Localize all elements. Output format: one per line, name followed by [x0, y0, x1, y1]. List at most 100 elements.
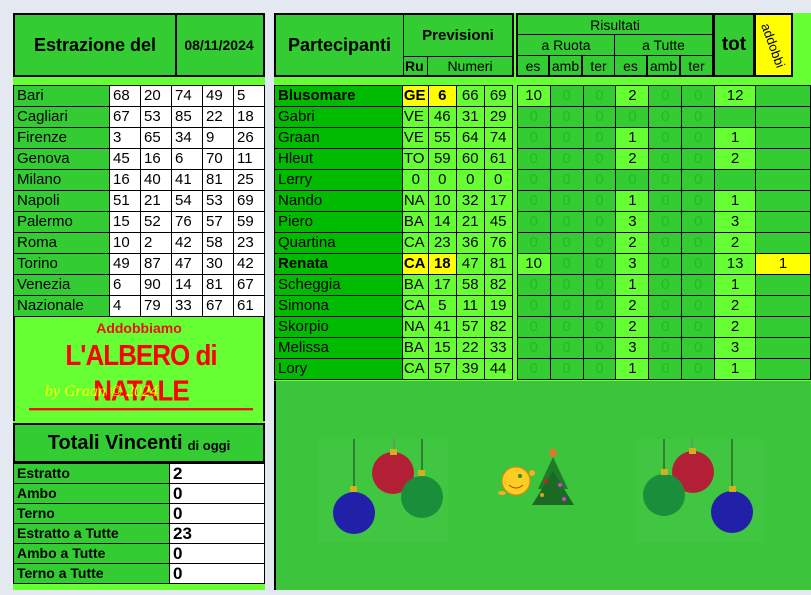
totali-table: Estratto 2 Ambo 0 Terno 0 Estratto a Tutte 23 Am… [13, 463, 265, 584]
estratto-number: 47 [171, 253, 203, 275]
partecipanti-table: Blusomare GE 6 66 69 10 0 0 2 0 0 12 Gabri VE 46 31 29 0 0… [274, 85, 811, 380]
estratto-number: 11 [233, 148, 265, 170]
totali-value: 0 [169, 483, 265, 504]
result-ruota-ter: 0 [582, 316, 617, 338]
estratto-number: 6 [171, 148, 203, 170]
totali-row: Ambo 0 [13, 483, 265, 504]
result-ruota-ter: 0 [582, 85, 617, 107]
banner-subtitle: Addobbiamo [96, 320, 182, 336]
prediction-number: 64 [455, 127, 485, 149]
partecipanti-header: Partecipanti [274, 13, 404, 77]
estratto-number: 14 [171, 274, 203, 296]
participant-row: Renata CA 18 47 81 10 0 0 3 0 0 13 1 [274, 253, 811, 275]
prediction-number: 5 [427, 295, 457, 317]
result-tutte-amb: 0 [648, 337, 683, 359]
participant-addobbi [755, 316, 811, 338]
ruota-name: Firenze [13, 127, 110, 149]
ruota-name: Torino [13, 253, 110, 275]
participant-ruota: NA [401, 190, 429, 212]
participant-addobbi [755, 211, 811, 233]
result-tutte-ter: 0 [681, 190, 716, 212]
estratto-number: 16 [109, 169, 141, 191]
result-ruota-ter: 0 [582, 127, 617, 149]
prediction-number: 61 [483, 148, 513, 170]
participant-addobbi [755, 106, 811, 128]
participant-addobbi [755, 148, 811, 170]
participant-name: Quartina [274, 232, 403, 254]
ornament-green-icon [643, 474, 685, 516]
participant-name: Nando [274, 190, 403, 212]
estrazione-row: Nazionale 4 79 33 67 61 [13, 295, 265, 317]
participant-total: 13 [714, 253, 757, 275]
result-ruota-es: 10 [516, 253, 551, 275]
participant-total: 2 [714, 148, 757, 170]
participant-name: Skorpio [274, 316, 403, 338]
totali-value: 0 [169, 543, 265, 564]
estratto-number: 85 [171, 106, 203, 128]
ornament-blue-icon [333, 492, 375, 534]
estratto-number: 68 [109, 85, 141, 107]
result-ruota-es: 0 [516, 274, 551, 296]
participant-addobbi [755, 127, 811, 149]
participant-total: 1 [714, 127, 757, 149]
result-ruota-amb: 0 [549, 358, 584, 380]
tot-header: tot [713, 13, 755, 77]
participant-ruota: BA [401, 211, 429, 233]
result-ruota-ter: 0 [582, 106, 617, 128]
result-ruota-es: 0 [516, 148, 551, 170]
participant-row: Lory CA 57 39 44 0 0 0 1 0 0 1 [274, 358, 811, 380]
estratto-number: 74 [171, 85, 203, 107]
estrazione-row: Milano 16 40 41 81 25 [13, 169, 265, 191]
ruota-name: Roma [13, 232, 110, 254]
sub-header-amb: amb [549, 55, 582, 77]
estratto-number: 65 [140, 127, 172, 149]
result-tutte-es: 1 [615, 358, 650, 380]
totali-row: Estratto a Tutte 23 [13, 523, 265, 544]
estratto-number: 49 [109, 253, 141, 275]
participant-total: 2 [714, 316, 757, 338]
estratto-number: 81 [202, 274, 234, 296]
estrazione-row: Firenze 3 65 34 9 26 [13, 127, 265, 149]
participant-total: 1 [714, 358, 757, 380]
estrazione-row: Cagliari 67 53 85 22 18 [13, 106, 265, 128]
estratto-number: 52 [140, 211, 172, 233]
estratto-number: 33 [171, 295, 203, 317]
result-tutte-ter: 0 [681, 274, 716, 296]
participant-total: 2 [714, 295, 757, 317]
prediction-number: 23 [427, 232, 457, 254]
participant-name: Renata [274, 253, 403, 275]
prediction-number: 82 [483, 316, 513, 338]
result-tutte-es: 1 [615, 274, 650, 296]
prediction-number: 17 [427, 274, 457, 296]
prediction-number: 6 [427, 85, 457, 107]
prediction-number: 17 [483, 190, 513, 212]
participant-row: Blusomare GE 6 66 69 10 0 0 2 0 0 12 [274, 85, 811, 107]
result-ruota-es: 0 [516, 106, 551, 128]
estratto-number: 23 [233, 232, 265, 254]
estratto-number: 54 [171, 190, 203, 212]
ornament-blue-icon [711, 491, 753, 533]
result-ruota-amb: 0 [549, 274, 584, 296]
result-tutte-es: 1 [615, 190, 650, 212]
totali-row: Ambo a Tutte 0 [13, 543, 265, 564]
prediction-number: 59 [427, 148, 457, 170]
estratto-number: 10 [109, 232, 141, 254]
prediction-number: 44 [483, 358, 513, 380]
result-tutte-amb: 0 [648, 148, 683, 170]
result-ruota-ter: 0 [582, 295, 617, 317]
prediction-number: 36 [455, 232, 485, 254]
estratto-number: 76 [171, 211, 203, 233]
result-ruota-amb: 0 [549, 253, 584, 275]
estratto-number: 49 [202, 85, 234, 107]
christmas-tree-icon [532, 449, 574, 505]
result-tutte-es: 2 [615, 148, 650, 170]
result-tutte-amb: 0 [648, 106, 683, 128]
result-tutte-es: 0 [615, 106, 650, 128]
prediction-number: 31 [455, 106, 485, 128]
prediction-number: 0 [427, 169, 457, 191]
left-panel: Estrazione del 08/11/2024 Bari 68 20 74 49 5 C… [13, 13, 265, 590]
participant-ruota: VE [401, 106, 429, 128]
a-ruota-header: a Ruota [516, 34, 615, 56]
ruota-name: Bari [13, 85, 110, 107]
estratto-number: 30 [202, 253, 234, 275]
